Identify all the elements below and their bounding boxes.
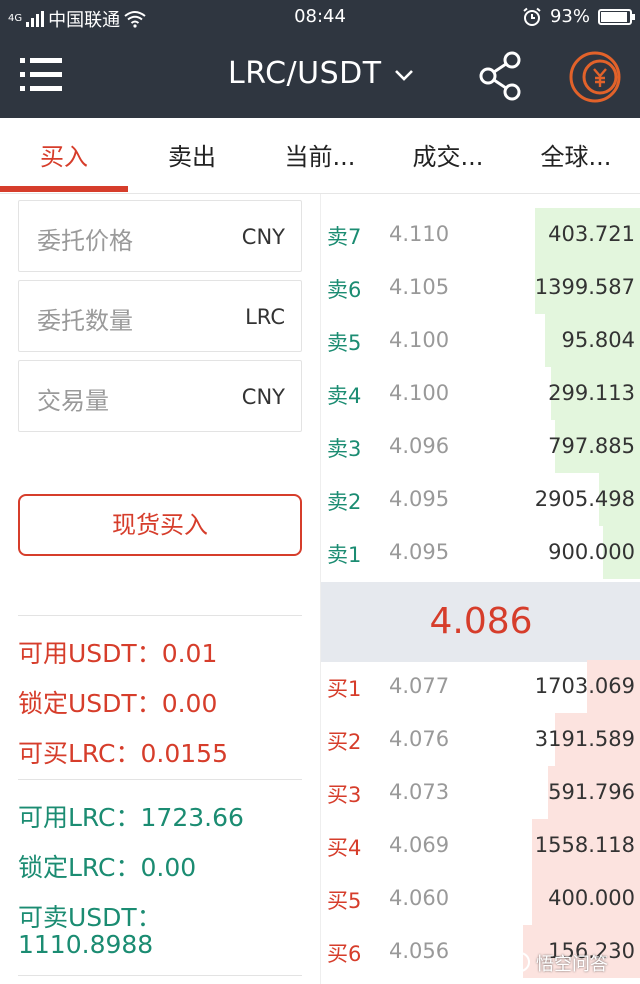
order-qty: 299.113 (548, 381, 635, 405)
price-input[interactable]: 委托价格 CNY (18, 200, 302, 272)
ask-row[interactable]: 卖7 4.110 403.721 (321, 208, 640, 261)
order-price: 4.077 (389, 674, 450, 698)
tab-trades[interactable]: 成交... (384, 118, 512, 194)
nav-bar: LRC/USDT (0, 34, 640, 118)
tab-global[interactable]: 全球... (512, 118, 640, 194)
order-price: 4.100 (389, 381, 450, 405)
chevron-down-icon[interactable] (395, 66, 413, 84)
amount-unit: LRC (245, 305, 285, 329)
amount-input[interactable]: 委托数量 LRC (18, 280, 302, 352)
ask-row[interactable]: 卖1 4.095 900.000 (321, 526, 640, 579)
order-qty: 1399.587 (534, 275, 635, 299)
level-label: 买4 (327, 836, 362, 860)
lrc-available: 可用LRC：1723.66 (18, 803, 244, 832)
level-label: 卖6 (327, 278, 362, 302)
trade-tabs: 买入 卖出 当前... 成交... 全球... (0, 118, 640, 194)
price-unit: CNY (241, 225, 285, 249)
ask-row[interactable]: 卖2 4.095 2905.498 (321, 473, 640, 526)
volume-input[interactable]: 交易量 CNY (18, 360, 302, 432)
tab-buy[interactable]: 买入 (0, 118, 128, 194)
spot-buy-button[interactable]: 现货买入 (18, 494, 302, 556)
order-price: 4.095 (389, 487, 450, 511)
lrc-buyable: 可买LRC：0.0155 (18, 739, 228, 768)
ask-row[interactable]: 卖6 4.105 1399.587 (321, 261, 640, 314)
order-price: 4.100 (389, 328, 450, 352)
order-qty: 400.000 (548, 886, 635, 910)
usdt-available: 可用USDT：0.01 (18, 639, 218, 668)
tab-sell[interactable]: 卖出 (128, 118, 256, 194)
bid-row[interactable]: 买5 4.060 400.000 (321, 872, 640, 925)
order-price: 4.073 (389, 780, 450, 804)
tab-current-orders[interactable]: 当前... (256, 118, 384, 194)
status-right: 93% (522, 6, 635, 27)
order-price: 4.105 (389, 275, 450, 299)
divider (18, 779, 302, 780)
bid-row[interactable]: 买3 4.073 591.796 (321, 766, 640, 819)
level-label: 买6 (327, 942, 362, 966)
order-qty: 403.721 (548, 222, 635, 246)
share-icon[interactable] (476, 50, 524, 102)
bid-row[interactable]: 买2 4.076 3191.589 (321, 713, 640, 766)
order-price: 4.110 (389, 222, 450, 246)
level-label: 买5 (327, 889, 362, 913)
order-book: 4.086 卖7 4.110 403.721 卖6 4.105 1399.587 卖5 4.1… (320, 194, 640, 984)
volume-unit: CNY (241, 385, 285, 409)
app-root: 4G 中国联通 08:44 93% LRC/USDT 买入 卖出 当前... 成… (0, 0, 640, 984)
order-price: 4.095 (389, 540, 450, 564)
last-price[interactable]: 4.086 (321, 582, 640, 662)
order-qty: 1703.069 (534, 674, 635, 698)
order-qty: 2905.498 (534, 487, 635, 511)
bid-row[interactable]: 买1 4.077 1703.069 (321, 660, 640, 713)
level-label: 卖3 (327, 437, 362, 461)
market-pair-title[interactable]: LRC/USDT (228, 56, 382, 91)
battery-fill (601, 11, 627, 22)
amount-placeholder: 委托数量 (37, 307, 133, 335)
bid-row[interactable]: 买4 4.069 1558.118 (321, 819, 640, 872)
level-label: 卖5 (327, 331, 362, 355)
battery-percent: 93% (549, 6, 590, 27)
usdt-locked: 锁定USDT：0.00 (18, 689, 218, 718)
order-price: 4.056 (389, 939, 450, 963)
watermark-text: 悟空问答 (536, 954, 608, 975)
level-label: 买2 (327, 730, 362, 754)
order-qty: 95.804 (561, 328, 635, 352)
active-tab-indicator (0, 186, 128, 192)
level-label: 卖2 (327, 490, 362, 514)
order-price: 4.076 (389, 727, 450, 751)
order-price: 4.096 (389, 434, 450, 458)
battery-icon (598, 8, 635, 25)
order-qty: 591.796 (548, 780, 635, 804)
ask-row[interactable]: 卖5 4.100 95.804 (321, 314, 640, 367)
level-label: 买1 (327, 677, 362, 701)
ask-row[interactable]: 卖3 4.096 797.885 (321, 420, 640, 473)
divider (18, 615, 302, 616)
level-label: 买3 (327, 783, 362, 807)
ask-row[interactable]: 卖4 4.100 299.113 (321, 367, 640, 420)
alarm-icon (523, 7, 541, 26)
order-qty: 1558.118 (534, 833, 635, 857)
chat-bubble-icon (510, 952, 530, 974)
status-bar: 4G 中国联通 08:44 93% (0, 0, 640, 34)
watermark: 悟空问答 (508, 950, 608, 976)
divider (18, 975, 302, 976)
order-qty: 900.000 (548, 540, 635, 564)
order-qty: 3191.589 (534, 727, 635, 751)
order-price: 4.069 (389, 833, 450, 857)
usdt-sellable-value: 1110.8988 (18, 930, 154, 959)
order-qty: 797.885 (548, 434, 635, 458)
price-placeholder: 委托价格 (37, 227, 133, 255)
level-label: 卖7 (327, 225, 362, 249)
lrc-locked: 锁定LRC：0.00 (18, 853, 197, 882)
coin-exchange-icon[interactable] (568, 50, 622, 104)
order-price: 4.060 (389, 886, 450, 910)
level-label: 卖1 (327, 543, 362, 567)
level-label: 卖4 (327, 384, 362, 408)
volume-placeholder: 交易量 (37, 387, 109, 415)
menu-icon[interactable] (20, 58, 62, 92)
usdt-sellable-label: 可卖USDT： (18, 903, 162, 932)
